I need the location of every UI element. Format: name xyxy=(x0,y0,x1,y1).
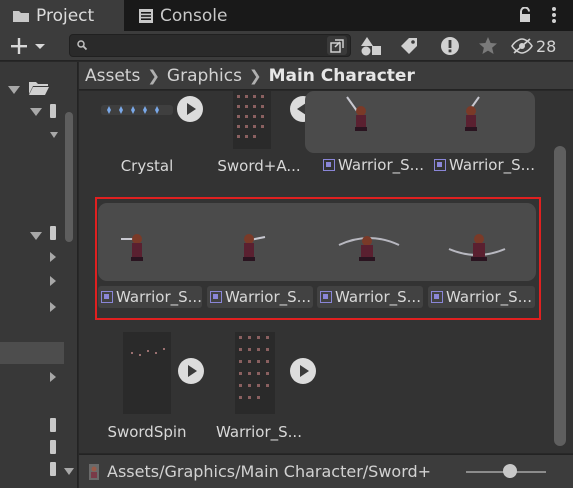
tree-scrollbar[interactable] xyxy=(63,62,75,488)
favorites-button[interactable] xyxy=(474,34,502,58)
sub-asset-label: Warrior_S... xyxy=(320,154,430,176)
more-options-icon[interactable] xyxy=(543,4,565,26)
tree-selected-row[interactable] xyxy=(0,342,64,364)
asset-label: SwordSpin xyxy=(107,423,187,441)
tab-project[interactable]: Project xyxy=(0,0,124,31)
folder-tree xyxy=(0,62,78,488)
tab-project-label: Project xyxy=(36,5,95,26)
lock-icon[interactable] xyxy=(514,4,536,26)
log-filter-button[interactable] xyxy=(436,34,464,58)
expand-arrow-icon[interactable] xyxy=(8,86,20,94)
collapse-arrow-icon[interactable] xyxy=(50,302,56,312)
tab-console[interactable]: Console xyxy=(124,0,254,31)
hidden-packages-toggle[interactable]: 28 xyxy=(511,34,556,58)
folder-icon[interactable] xyxy=(50,462,56,476)
search-filter-icon xyxy=(330,38,344,53)
asset-grid: Crystal Sword+A... Warrior_S... Warrior_… xyxy=(79,91,549,453)
filter-by-type-button[interactable] xyxy=(357,34,385,58)
expand-arrow-icon[interactable] xyxy=(50,132,58,138)
folder-icon[interactable] xyxy=(50,104,56,118)
folder-icon[interactable] xyxy=(50,226,56,240)
grid-scrollbar-thumb[interactable] xyxy=(554,146,566,446)
hidden-count: 28 xyxy=(536,36,557,56)
warrior-sheet-thumbnail[interactable] xyxy=(235,332,275,418)
collapse-arrow-icon[interactable] xyxy=(50,276,56,286)
sword-spin-thumbnail[interactable] xyxy=(123,332,171,418)
icon-size-slider-knob[interactable] xyxy=(503,464,517,478)
search-input[interactable] xyxy=(92,36,322,55)
search-icon xyxy=(77,40,88,55)
selection-highlight-box xyxy=(95,197,541,320)
expand-sprites-button[interactable] xyxy=(177,96,203,122)
crystal-thumbnail[interactable] xyxy=(101,103,173,121)
expand-arrow-icon[interactable] xyxy=(30,108,42,116)
plus-icon xyxy=(11,38,45,54)
grid-scrollbar[interactable] xyxy=(549,91,573,453)
filter-by-label-button[interactable] xyxy=(395,34,423,58)
project-toolbar: 28 xyxy=(0,31,573,61)
tab-bar: Project Console xyxy=(0,0,573,31)
search-field[interactable] xyxy=(69,34,351,57)
collapse-arrow-icon[interactable] xyxy=(50,372,56,382)
scroll-down-icon[interactable] xyxy=(64,468,74,475)
star-icon xyxy=(479,37,497,54)
expand-arrow-icon[interactable] xyxy=(30,232,42,240)
sprite-sheet-icon xyxy=(87,463,101,481)
folder-icon[interactable] xyxy=(50,440,56,454)
warrior-sprite-thumbnail[interactable] xyxy=(451,95,491,137)
breadcrumb: Assets ❯ Graphics ❯ Main Character xyxy=(79,62,573,90)
chevron-right-icon: ❯ xyxy=(147,66,160,85)
alert-icon xyxy=(441,37,459,55)
sub-asset-label: Warrior_S... xyxy=(431,154,541,176)
eye-slash-icon xyxy=(511,38,533,54)
expand-sprites-button[interactable] xyxy=(290,358,316,384)
status-bar: Assets/Graphics/Main Character/Sword+ xyxy=(79,454,573,488)
tree-scrollbar-thumb[interactable] xyxy=(65,112,73,242)
create-asset-button[interactable] xyxy=(6,34,52,58)
sword-attack-thumbnail[interactable] xyxy=(233,91,271,153)
folder-icon[interactable] xyxy=(50,418,56,432)
asset-label: Warrior_S... xyxy=(216,423,302,441)
expand-sprites-button[interactable] xyxy=(178,358,204,384)
tag-icon xyxy=(401,38,417,54)
collapse-arrow-icon[interactable] xyxy=(50,252,56,262)
breadcrumb-assets[interactable]: Assets xyxy=(85,66,140,86)
shapes-icon xyxy=(361,37,381,56)
chevron-right-icon: ❯ xyxy=(248,66,262,85)
sprite-icon xyxy=(323,159,335,171)
breadcrumb-graphics[interactable]: Graphics xyxy=(167,66,242,86)
asset-label: Sword+A... xyxy=(217,157,301,175)
sub-asset-name: Warrior_S... xyxy=(449,156,535,174)
breadcrumb-main-character[interactable]: Main Character xyxy=(269,66,415,86)
asset-label: Crystal xyxy=(120,157,174,175)
sprite-icon xyxy=(434,159,446,171)
search-by-type-button[interactable] xyxy=(327,36,347,55)
expanded-sprite-group xyxy=(305,91,535,153)
sub-asset-name: Warrior_S... xyxy=(338,156,424,174)
tab-console-label: Console xyxy=(160,5,228,26)
console-icon xyxy=(138,8,154,24)
folder-open-icon[interactable] xyxy=(28,80,50,100)
warrior-sprite-thumbnail[interactable] xyxy=(341,95,381,137)
folder-icon xyxy=(12,9,30,23)
selected-asset-path: Assets/Graphics/Main Character/Sword+ xyxy=(107,462,432,481)
